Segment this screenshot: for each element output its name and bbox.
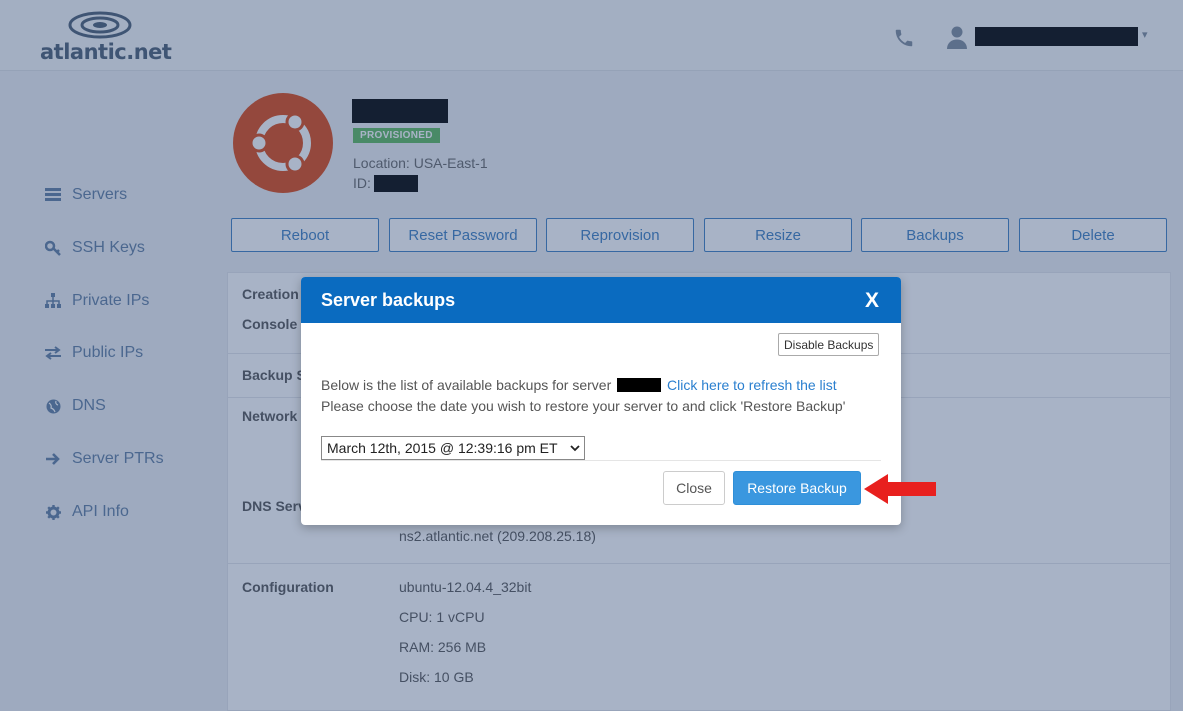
restore-instructions: Please choose the date you wish to resto…: [321, 398, 846, 414]
divider: [321, 460, 881, 461]
close-icon[interactable]: X: [865, 289, 879, 313]
server-name-redacted: [617, 378, 662, 392]
restore-backup-button[interactable]: Restore Backup: [733, 471, 861, 505]
backup-list-description: Below is the list of available backups f…: [321, 377, 837, 393]
modal-title: Server backups: [321, 290, 456, 310]
selected-backup-date: March 12th, 2015 @ 12:39:16 pm ET: [327, 440, 558, 456]
close-button[interactable]: Close: [663, 471, 725, 505]
modal-header: Server backups X: [301, 277, 901, 323]
description-text: Below is the list of available backups f…: [321, 377, 612, 393]
backup-date-select[interactable]: March 12th, 2015 @ 12:39:16 pm ET: [321, 436, 585, 460]
annotation-arrow-icon: [864, 474, 936, 504]
disable-backups-button[interactable]: Disable Backups: [778, 333, 880, 356]
refresh-list-link[interactable]: Click here to refresh the list: [667, 377, 837, 393]
chevron-down-icon: [570, 445, 580, 452]
server-backups-modal: Server backups X Disable Backups Below i…: [301, 277, 901, 525]
